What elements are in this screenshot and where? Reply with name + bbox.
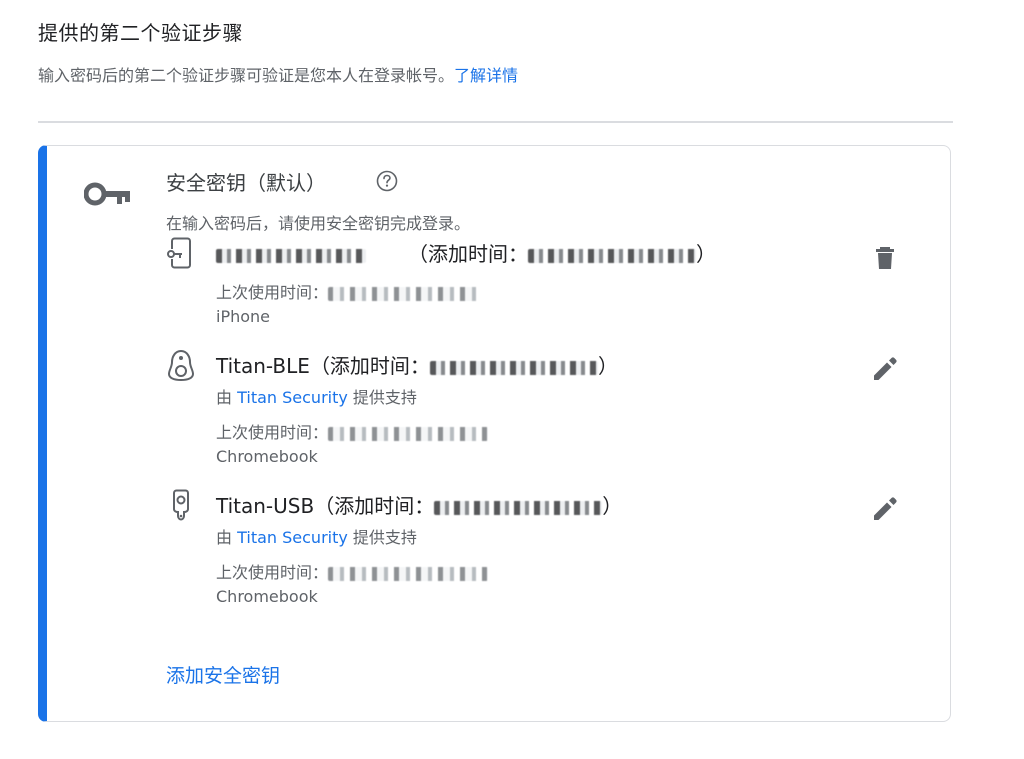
added-time-label: （添加时间： bbox=[309, 354, 430, 378]
device-name: Titan-USB bbox=[216, 494, 315, 518]
device-name-row: Titan-BLE（添加时间： ） bbox=[216, 350, 618, 379]
section-description-text: 输入密码后的第二个验证步骤可验证是您本人在登录帐号。 bbox=[38, 66, 455, 85]
provider-row: 由 Titan Security 提供支持 bbox=[216, 524, 417, 548]
card-description: 在输入密码后，请使用安全密钥完成登录。 bbox=[166, 214, 471, 233]
redacted-added-time bbox=[434, 500, 603, 515]
section-description: 输入密码后的第二个验证步骤可验证是您本人在登录帐号。了解详情 bbox=[38, 62, 518, 86]
redacted-added-time bbox=[528, 248, 696, 263]
add-security-key-link[interactable]: 添加安全密钥 bbox=[166, 661, 280, 688]
redacted-last-used bbox=[328, 566, 489, 581]
last-used-row: 上次使用时间： bbox=[216, 279, 479, 303]
provider-link[interactable]: Titan Security bbox=[237, 388, 348, 407]
redacted-last-used bbox=[328, 426, 489, 441]
section-title: 提供的第二个验证步骤 bbox=[38, 21, 243, 45]
device-name: Titan-BLE bbox=[216, 354, 310, 378]
edit-button[interactable] bbox=[870, 494, 900, 524]
device-name-row: （添加时间： ） bbox=[216, 238, 716, 267]
device-platform: Chromebook bbox=[216, 587, 318, 606]
last-used-row: 上次使用时间： bbox=[216, 559, 489, 583]
device-name-row: Titan-USB（添加时间： ） bbox=[216, 490, 622, 519]
provider-row: 由 Titan Security 提供支持 bbox=[216, 384, 417, 408]
last-used-label: 上次使用时间： bbox=[216, 563, 329, 582]
help-icon[interactable] bbox=[376, 170, 398, 192]
added-time-close: ） bbox=[602, 494, 623, 518]
card-title: 安全密钥（默认） bbox=[166, 171, 326, 195]
redacted-added-time bbox=[429, 360, 598, 375]
security-keys-page: 提供的第二个验证步骤 输入密码后的第二个验证步骤可验证是您本人在登录帐号。了解详… bbox=[0, 0, 1024, 759]
key-icon bbox=[84, 182, 130, 206]
device-platform: Chromebook bbox=[216, 447, 318, 466]
provider-suffix: 提供支持 bbox=[347, 388, 417, 407]
phone-key-icon bbox=[167, 237, 191, 269]
redacted-device-name bbox=[216, 248, 366, 263]
added-time-label: （添加时间： bbox=[314, 494, 435, 518]
provider-suffix: 提供支持 bbox=[347, 528, 417, 547]
edit-button[interactable] bbox=[870, 354, 900, 384]
added-time-close: ） bbox=[597, 354, 618, 378]
provider-prefix: 由 bbox=[216, 388, 238, 407]
last-used-row: 上次使用时间： bbox=[216, 419, 489, 443]
bluetooth-key-icon bbox=[167, 349, 195, 381]
delete-button[interactable] bbox=[870, 242, 900, 272]
provider-prefix: 由 bbox=[216, 528, 238, 547]
last-used-label: 上次使用时间： bbox=[216, 423, 329, 442]
last-used-label: 上次使用时间： bbox=[216, 283, 329, 302]
learn-more-link[interactable]: 了解详情 bbox=[454, 66, 518, 85]
device-platform: iPhone bbox=[216, 307, 271, 326]
added-time-label: （添加时间： bbox=[408, 242, 528, 266]
divider bbox=[38, 121, 953, 123]
added-time-close: ） bbox=[696, 242, 716, 266]
usb-key-icon bbox=[173, 489, 189, 521]
redacted-last-used bbox=[328, 286, 479, 301]
provider-link[interactable]: Titan Security bbox=[237, 528, 348, 547]
